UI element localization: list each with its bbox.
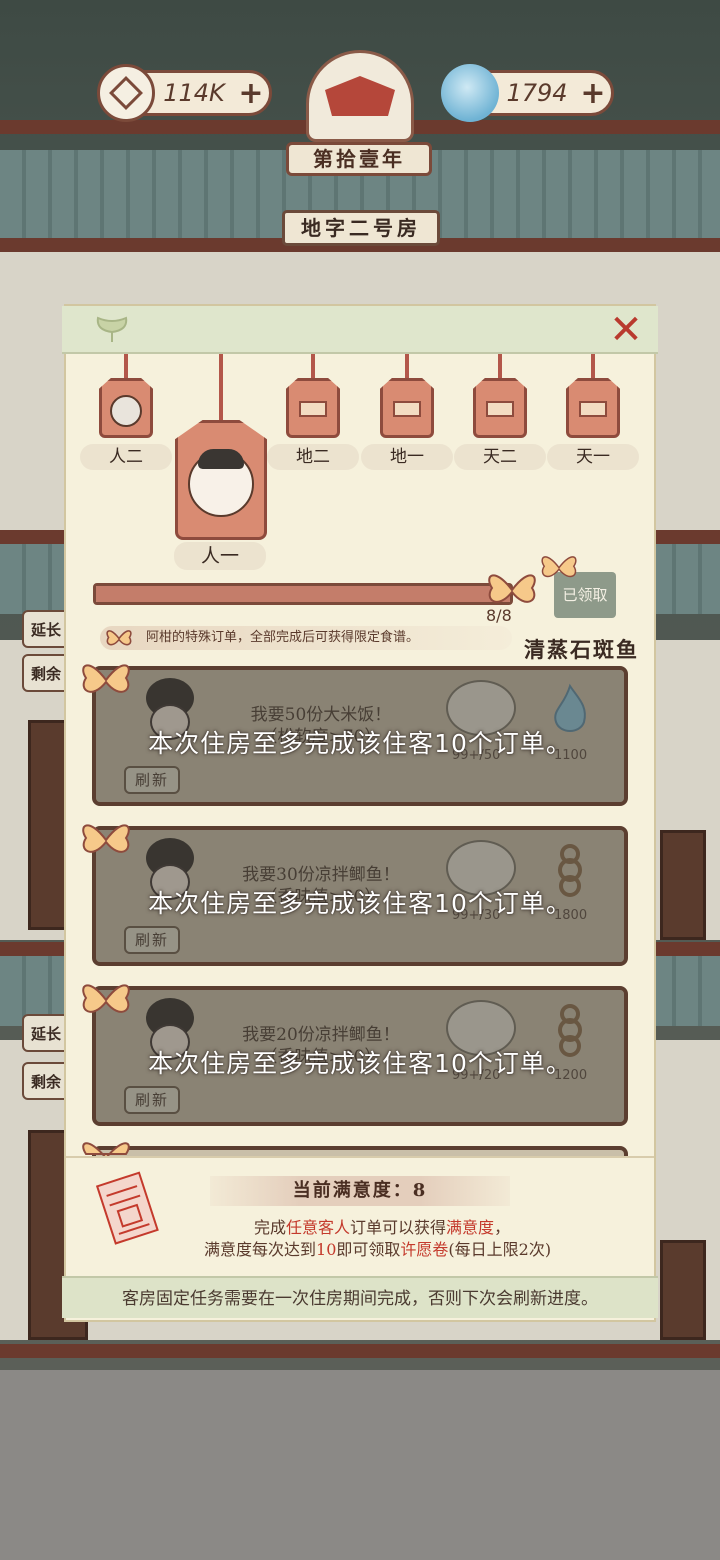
wish-scroll-icon[interactable] (92, 1170, 164, 1250)
tag-string (405, 354, 409, 380)
butterfly-icon (106, 630, 132, 646)
tag-string (498, 354, 502, 380)
lock-box-icon (393, 401, 421, 417)
dialog-scroll-header (62, 306, 658, 354)
spirit-flame-icon (441, 64, 499, 122)
spirit-counter: 1794 + (441, 64, 614, 122)
lock-box-icon (299, 401, 327, 417)
lock-box-icon (579, 401, 607, 417)
tag-string (311, 354, 315, 380)
tag-string (219, 354, 223, 422)
empty-ground (0, 1370, 720, 1560)
guest-label: 天一 (547, 444, 639, 470)
table (660, 1240, 706, 1340)
guest-label-selected: 人一 (174, 542, 266, 570)
guest-tag-tian2[interactable] (473, 378, 527, 438)
close-button[interactable]: ✕ (606, 310, 646, 350)
table (660, 830, 706, 940)
special-order-progress (93, 583, 513, 605)
guest-tag-ren1-selected[interactable] (175, 420, 267, 540)
satisfaction-rule-line2: 满意度每次达到10即可领取许愿卷(每日上限2次) (204, 1240, 552, 1259)
order-limit-message: 本次住房至多完成该住客10个订单。 (148, 889, 572, 918)
guest-tag-di1[interactable] (380, 378, 434, 438)
satisfaction-rule-line1: 完成任意客人订单可以获得满意度， (254, 1218, 511, 1237)
add-coins-button[interactable]: + (233, 76, 269, 111)
tag-string (591, 354, 595, 380)
butterfly-icon (82, 824, 130, 853)
remaining-sign: 剩余 (22, 1062, 70, 1100)
order-card: 刷新 我要30份凉拌鲫鱼！ （香味值>30） 99+/30 1800 本次住房至… (92, 826, 628, 966)
guest-avatar (110, 395, 142, 427)
order-limit-message: 本次住房至多完成该住客10个订单。 (148, 1049, 572, 1078)
butterfly-icon (82, 664, 130, 693)
guest-tag-tian1[interactable] (566, 378, 620, 438)
year-label: 第拾壹年 (286, 142, 432, 176)
reward-recipe-name: 清蒸石斑鱼 (524, 637, 639, 662)
progress-count: 8/8 (486, 606, 512, 625)
lock-box-icon (486, 401, 514, 417)
butterfly-icon (541, 556, 577, 578)
guest-label: 地二 (267, 444, 359, 470)
butterfly-icon (82, 984, 130, 1013)
coin-counter: 114K + (97, 64, 272, 122)
guest-tag-ren2[interactable] (99, 378, 153, 438)
ginkgo-leaf-icon (96, 316, 128, 342)
order-card: 刷新 我要50份大米饭！ （松软度>70） 99+/50 1100 本次住房至多… (92, 666, 628, 806)
guest-hair (198, 449, 244, 469)
extend-sign[interactable]: 延长 (22, 610, 70, 648)
guest-label: 人二 (80, 444, 172, 470)
spirit-value: 1794 (506, 79, 568, 107)
coin-icon (97, 64, 155, 122)
add-spirit-button[interactable]: + (575, 76, 611, 111)
special-order-notice: 阿柑的特殊订单，全部完成后可获得限定食谱。 (100, 626, 512, 650)
floor-beam (0, 1344, 720, 1358)
pavilion-icon (325, 76, 395, 116)
order-limit-message: 本次住房至多完成该住客10个订单。 (148, 729, 572, 758)
butterfly-icon (82, 1142, 130, 1158)
guest-label: 地一 (361, 444, 453, 470)
order-card: 刷新 我要20份凉拌鲫鱼！ （香味值>30） 99+/20 1200 本次住房至… (92, 986, 628, 1126)
coin-value: 114K (163, 79, 225, 107)
satisfaction-title: 当前满意度：8 (210, 1176, 510, 1206)
tag-string (124, 354, 128, 380)
room-name-plate: 地字二号房 (282, 210, 440, 246)
progress-fill (96, 586, 510, 602)
remaining-sign: 剩余 (22, 654, 70, 692)
extend-sign[interactable]: 延长 (22, 1014, 70, 1052)
guest-label: 天二 (454, 444, 546, 470)
room-task-footer: 客房固定任务需要在一次住房期间完成，否则下次会刷新进度。 (62, 1276, 658, 1318)
guest-tag-di2[interactable] (286, 378, 340, 438)
